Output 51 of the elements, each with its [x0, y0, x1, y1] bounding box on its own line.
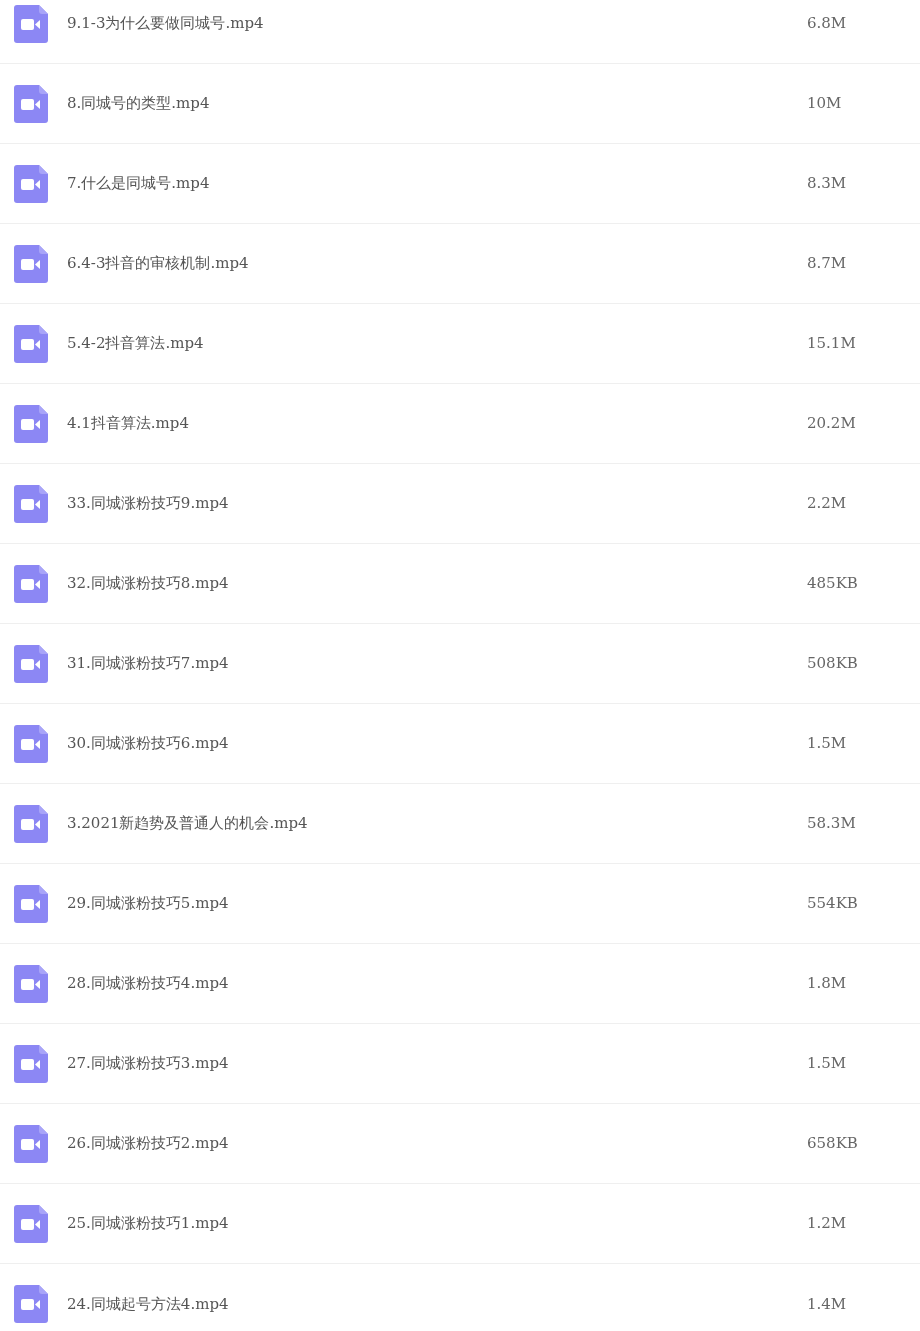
file-size: 1.5M	[807, 1053, 847, 1075]
video-file-icon	[14, 1204, 48, 1243]
video-file-icon	[14, 884, 48, 923]
file-size: 1.5M	[807, 733, 847, 755]
file-size: 2.2M	[807, 493, 847, 515]
video-file-icon	[14, 644, 48, 683]
file-name[interactable]: 32.同城涨粉技巧8.mp4	[67, 572, 807, 595]
file-name[interactable]: 28.同城涨粉技巧4.mp4	[67, 972, 807, 995]
file-size: 8.7M	[807, 253, 847, 275]
file-size: 8.3M	[807, 173, 847, 195]
file-name[interactable]: 29.同城涨粉技巧5.mp4	[67, 892, 807, 915]
video-file-icon	[14, 84, 48, 123]
file-size: 10M	[807, 93, 842, 115]
file-size: 1.8M	[807, 973, 847, 995]
file-size: 58.3M	[807, 813, 856, 835]
video-file-icon	[14, 4, 48, 43]
file-size: 554KB	[807, 893, 858, 915]
video-file-icon	[14, 1124, 48, 1163]
file-name[interactable]: 30.同城涨粉技巧6.mp4	[67, 732, 807, 755]
file-name[interactable]: 6.4-3抖音的审核机制.mp4	[67, 252, 807, 275]
file-size: 658KB	[807, 1133, 858, 1155]
file-name[interactable]: 24.同城起号方法4.mp4	[67, 1292, 807, 1316]
file-size: 485KB	[807, 573, 858, 595]
file-name[interactable]: 4.1抖音算法.mp4	[67, 412, 807, 435]
video-file-icon	[14, 324, 48, 363]
file-size: 15.1M	[807, 333, 856, 355]
file-name[interactable]: 7.什么是同城号.mp4	[67, 172, 807, 195]
video-file-icon	[14, 1044, 48, 1083]
file-name[interactable]: 33.同城涨粉技巧9.mp4	[67, 492, 807, 515]
video-file-icon	[14, 164, 48, 203]
video-file-icon	[14, 404, 48, 443]
video-file-icon	[14, 964, 48, 1003]
file-name[interactable]: 27.同城涨粉技巧3.mp4	[67, 1052, 807, 1075]
file-size: 1.4M	[807, 1293, 847, 1315]
file-size: 1.2M	[807, 1213, 847, 1235]
file-name[interactable]: 26.同城涨粉技巧2.mp4	[67, 1132, 807, 1155]
file-name[interactable]: 9.1-3为什么要做同城号.mp4	[67, 12, 807, 35]
video-file-icon	[14, 804, 48, 843]
video-file-icon	[14, 484, 48, 523]
file-size: 508KB	[807, 653, 858, 675]
file-name[interactable]: 31.同城涨粉技巧7.mp4	[67, 652, 807, 675]
file-name[interactable]: 25.同城涨粉技巧1.mp4	[67, 1212, 807, 1235]
file-name[interactable]: 3.2021新趋势及普通人的机会.mp4	[67, 812, 807, 835]
video-file-icon	[14, 244, 48, 283]
file-name[interactable]: 8.同城号的类型.mp4	[67, 92, 807, 115]
video-file-icon	[14, 724, 48, 763]
video-file-icon	[14, 1285, 48, 1323]
video-file-icon	[14, 564, 48, 603]
file-size: 6.8M	[807, 13, 847, 35]
file-size: 20.2M	[807, 413, 856, 435]
file-name[interactable]: 5.4-2抖音算法.mp4	[67, 332, 807, 355]
